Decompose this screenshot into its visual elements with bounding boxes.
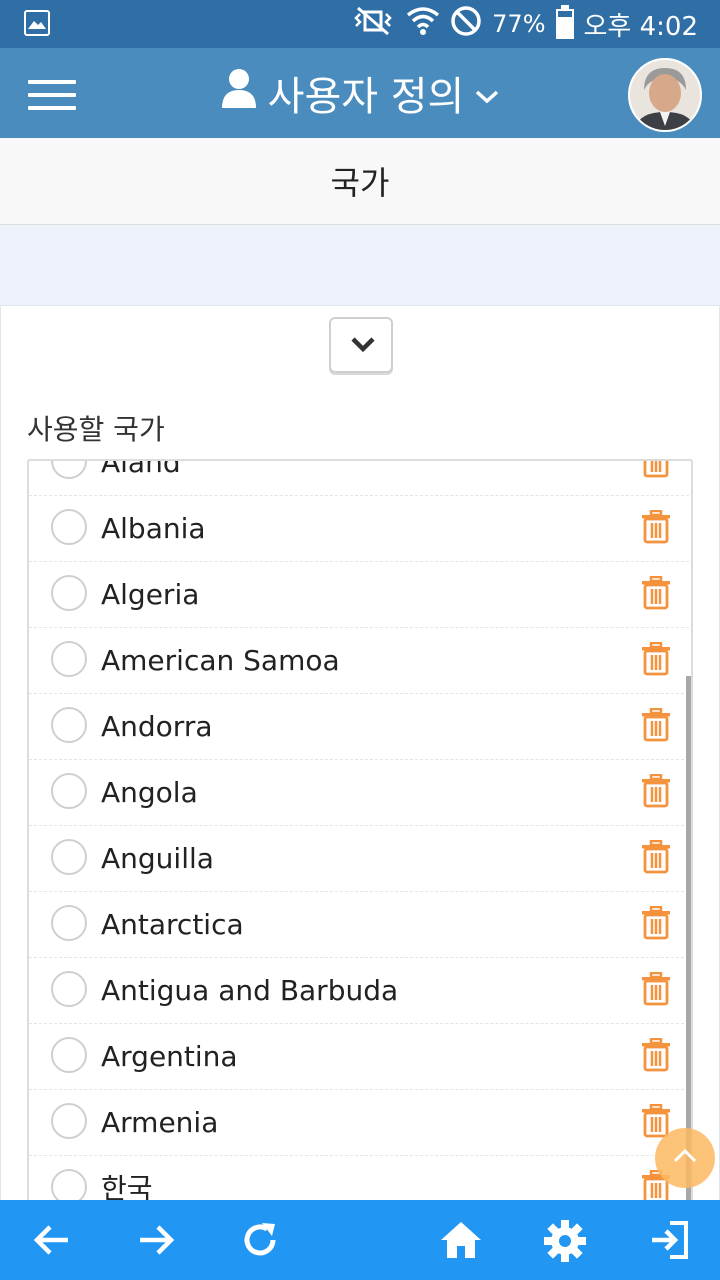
list-item[interactable]: Argentina <box>29 1024 689 1090</box>
radio-button[interactable] <box>51 509 87 545</box>
list-item[interactable]: Aland <box>29 459 689 496</box>
list-item[interactable]: Andorra <box>29 694 689 760</box>
list-item[interactable]: Antarctica <box>29 892 689 958</box>
radio-button[interactable] <box>51 839 87 875</box>
settings-button[interactable] <box>524 1200 604 1280</box>
forward-arrow-icon <box>140 1225 175 1255</box>
section-title: 국가 <box>330 164 390 202</box>
logout-icon <box>652 1221 688 1259</box>
trash-icon[interactable] <box>641 641 671 680</box>
trash-icon[interactable] <box>641 839 671 878</box>
radio-button[interactable] <box>51 707 87 743</box>
logout-button[interactable] <box>628 1200 708 1280</box>
chevron-up-icon <box>673 1148 697 1163</box>
do-not-disturb-icon <box>450 5 482 44</box>
vibrate-mute-icon <box>350 6 396 43</box>
chevron-down-icon <box>351 337 375 353</box>
gallery-icon <box>24 10 50 36</box>
battery-icon <box>555 5 574 39</box>
user-icon <box>220 68 258 118</box>
countries-in-use-label: 사용할 국가 <box>27 413 165 446</box>
list-item[interactable]: Anguilla <box>29 826 689 892</box>
clock: 오후 4:02 <box>583 11 699 42</box>
home-icon <box>441 1222 481 1258</box>
back-arrow-icon <box>33 1225 68 1255</box>
trash-icon[interactable] <box>641 509 671 548</box>
back-button[interactable] <box>12 1200 92 1280</box>
country-name: Anguilla <box>101 842 214 875</box>
trash-icon[interactable] <box>641 461 671 482</box>
home-button[interactable] <box>420 1200 500 1280</box>
country-name: Armenia <box>101 1106 219 1139</box>
refresh-button[interactable] <box>220 1200 300 1280</box>
country-name: Argentina <box>101 1040 238 1073</box>
scroll-to-top-button[interactable] <box>655 1128 715 1188</box>
country-name: Angola <box>101 776 198 809</box>
battery-percent: 77% <box>492 10 546 38</box>
trash-icon[interactable] <box>641 905 671 944</box>
list-item[interactable]: Albania <box>29 496 689 562</box>
forward-button[interactable] <box>116 1200 196 1280</box>
wifi-icon <box>406 5 440 44</box>
country-list[interactable]: Aland Albania Algeria American Samoa Andorra… <box>27 459 693 1219</box>
country-name: American Samoa <box>101 644 340 677</box>
trash-icon[interactable] <box>641 707 671 746</box>
section-title-bar: 국가 <box>0 138 720 225</box>
radio-button[interactable] <box>51 575 87 611</box>
bottom-navigation <box>0 1200 720 1280</box>
trash-icon[interactable] <box>641 971 671 1010</box>
list-item[interactable]: Antigua and Barbuda <box>29 958 689 1024</box>
app-header: 사용자 정의 <box>0 48 720 138</box>
radio-button[interactable] <box>51 971 87 1007</box>
status-bar: 77% 오후 4:02 <box>0 0 720 48</box>
radio-button[interactable] <box>51 905 87 941</box>
refresh-icon <box>244 1223 276 1256</box>
list-item[interactable]: Algeria <box>29 562 689 628</box>
country-panel: 사용할 국가 Aland Albania Algeria American Samoa… <box>0 305 720 1219</box>
header-title-dropdown[interactable]: 사용자 정의 <box>0 48 720 138</box>
trash-icon[interactable] <box>641 1037 671 1076</box>
trash-icon[interactable] <box>641 773 671 812</box>
page-title: 사용자 정의 <box>267 74 465 120</box>
radio-button[interactable] <box>51 461 87 479</box>
list-item[interactable]: Angola <box>29 760 689 826</box>
country-name: Albania <box>101 512 206 545</box>
country-name: Algeria <box>101 578 200 611</box>
trash-icon[interactable] <box>641 575 671 614</box>
radio-button[interactable] <box>51 773 87 809</box>
country-name: Antigua and Barbuda <box>101 974 399 1007</box>
list-item[interactable]: American Samoa <box>29 628 689 694</box>
country-name: Andorra <box>101 710 213 743</box>
radio-button[interactable] <box>51 641 87 677</box>
chevron-down-icon <box>474 70 500 116</box>
avatar[interactable] <box>628 58 702 132</box>
gear-icon <box>544 1220 586 1262</box>
country-name: Aland <box>101 459 181 479</box>
spacer-band <box>0 225 720 305</box>
country-name: Antarctica <box>101 908 244 941</box>
list-item[interactable]: Armenia <box>29 1090 689 1156</box>
radio-button[interactable] <box>51 1103 87 1139</box>
collapse-toggle-button[interactable] <box>329 317 393 373</box>
radio-button[interactable] <box>51 1037 87 1073</box>
